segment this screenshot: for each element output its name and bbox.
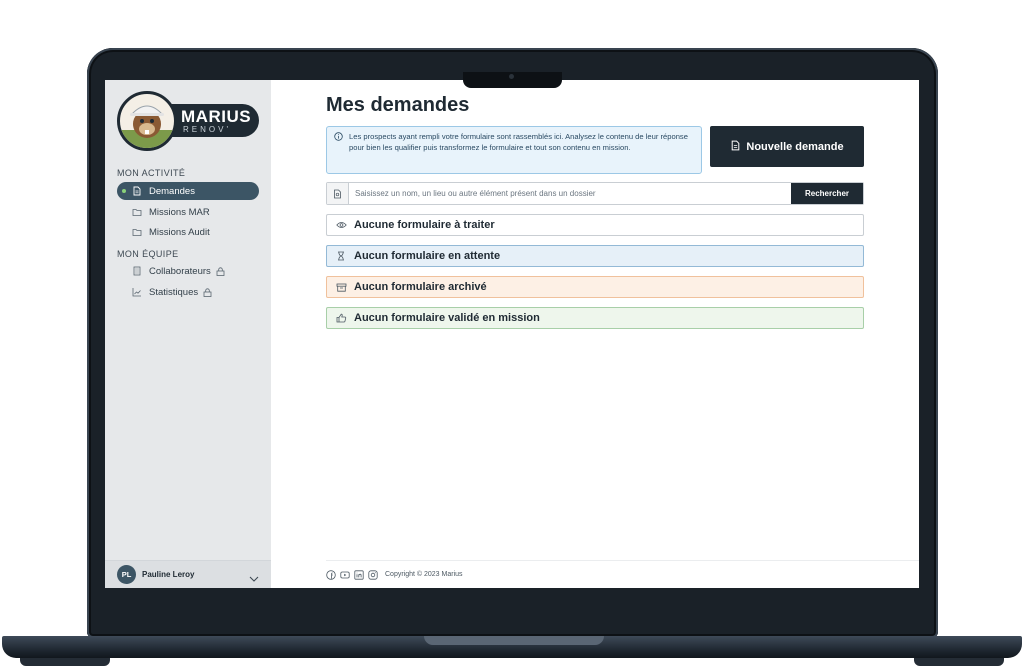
new-request-button[interactable]: Nouvelle demande: [710, 126, 864, 167]
sidebar-item-collaborateurs[interactable]: Collaborateurs: [117, 262, 259, 280]
beaver-mascot-icon: [117, 91, 177, 151]
eye-icon: [335, 221, 347, 229]
info-text: Les prospects ayant rempli votre formula…: [349, 132, 688, 152]
archive-icon: [335, 283, 347, 292]
thumbs-up-icon: [335, 313, 347, 323]
page-footer: Copyright © 2023 Marius: [326, 560, 919, 588]
page-title: Mes demandes: [326, 94, 470, 116]
user-name: Pauline Leroy: [142, 570, 195, 579]
document-icon: [730, 140, 741, 154]
lock-icon: [216, 266, 225, 276]
status-to-process[interactable]: Aucune formulaire à traiter: [326, 214, 864, 236]
search-button[interactable]: Rechercher: [791, 183, 863, 204]
section-title-activity: MON ACTIVITÉ: [117, 168, 186, 178]
sidebar-item-label: Collaborateurs: [149, 265, 211, 277]
info-icon: [334, 132, 343, 144]
status-label: Aucun formulaire archivé: [354, 281, 487, 293]
info-banner: Les prospects ayant rempli votre formula…: [326, 126, 702, 174]
sidebar-item-label: Missions Audit: [149, 226, 210, 238]
copyright-text: Copyright © 2023 Marius: [385, 571, 463, 578]
facebook-icon[interactable]: [326, 569, 336, 580]
brand-logo[interactable]: MARIUS RENOV': [117, 91, 259, 153]
active-dot-icon: [122, 189, 126, 193]
document-search-icon: [327, 183, 349, 204]
sidebar-item-demandes[interactable]: Demandes: [117, 182, 259, 200]
user-menu[interactable]: PL Pauline Leroy: [105, 560, 271, 588]
hourglass-icon: [335, 251, 347, 261]
new-request-label: Nouvelle demande: [746, 140, 844, 153]
linkedin-icon[interactable]: [354, 569, 364, 580]
status-label: Aucun formulaire validé en mission: [354, 312, 540, 324]
instagram-icon[interactable]: [368, 569, 378, 580]
section-title-team: MON ÉQUIPE: [117, 249, 179, 259]
laptop-groove: [424, 636, 604, 645]
sidebar-item-statistiques[interactable]: Statistiques: [117, 283, 259, 301]
folder-icon: [131, 226, 143, 238]
search-bar: Rechercher: [326, 182, 864, 205]
camera-notch: [463, 72, 562, 88]
chart-icon: [131, 286, 143, 298]
youtube-icon[interactable]: [340, 570, 350, 580]
status-pending[interactable]: Aucun formulaire en attente: [326, 245, 864, 267]
search-input[interactable]: [349, 183, 791, 204]
app-screen: MARIUS RENOV' MON ACTIVITÉ Demandes Miss…: [105, 80, 919, 588]
file-icon: [131, 185, 143, 197]
sidebar-item-missions-mar[interactable]: Missions MAR: [117, 203, 259, 221]
sidebar: MARIUS RENOV' MON ACTIVITÉ Demandes Miss…: [105, 80, 271, 588]
status-validated[interactable]: Aucun formulaire validé en mission: [326, 307, 864, 329]
sidebar-item-label: Statistiques: [149, 286, 199, 298]
laptop-foot-left: [20, 658, 110, 666]
laptop-foot-right: [914, 658, 1004, 666]
sidebar-item-label: Missions MAR: [149, 206, 210, 218]
folder-icon: [131, 206, 143, 218]
chevron-down-icon[interactable]: [249, 570, 259, 588]
avatar: PL: [117, 565, 136, 584]
main-content: Mes demandes Les prospects ayant rempli …: [271, 80, 919, 588]
lock-icon: [203, 287, 212, 297]
brand-tagline: RENOV': [183, 125, 231, 134]
brand-name: MARIUS: [181, 107, 252, 126]
camera-icon: [509, 74, 514, 79]
sidebar-item-label: Demandes: [149, 185, 195, 197]
status-archived[interactable]: Aucun formulaire archivé: [326, 276, 864, 298]
laptop-base: [2, 636, 1022, 658]
building-icon: [131, 265, 143, 277]
status-label: Aucune formulaire à traiter: [354, 219, 495, 231]
status-label: Aucun formulaire en attente: [354, 250, 501, 262]
sidebar-item-missions-audit[interactable]: Missions Audit: [117, 223, 259, 241]
